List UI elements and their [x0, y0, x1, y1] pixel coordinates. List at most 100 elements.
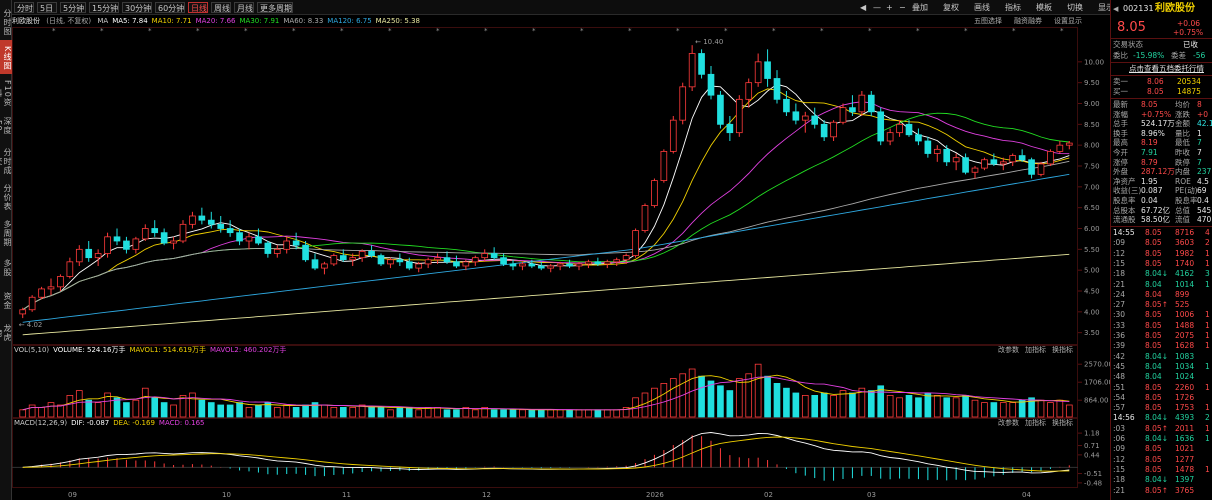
nav-item[interactable]: 资金	[0, 284, 12, 316]
event-marker: *	[388, 27, 392, 35]
tick-time: :15	[1113, 258, 1126, 268]
period-button[interactable]: 15分钟	[89, 2, 119, 13]
macd-chart[interactable]: 1.18 0.710.44 -0.51-0.48	[12, 418, 1110, 488]
stat-row: 收益(三) 0.087 PE(动) 69	[1111, 186, 1212, 196]
period-button[interactable]: 更多周期	[257, 2, 293, 13]
volume-bar	[226, 404, 234, 418]
volume-bar	[849, 392, 856, 418]
volume-bar	[547, 409, 555, 418]
candle-body	[481, 253, 489, 259]
toolbar-action[interactable]: —	[873, 2, 881, 13]
period-button[interactable]: 60分钟	[155, 2, 185, 13]
volume-bar	[198, 399, 206, 418]
tick-volume: 1024	[1175, 372, 1195, 382]
tick-volume: 525	[1175, 300, 1190, 310]
toolbar-action[interactable]: +	[886, 2, 893, 13]
volume-bar	[321, 404, 328, 418]
toolbar-action[interactable]: 叠加	[912, 2, 928, 13]
nav-item[interactable]: 多股	[0, 252, 12, 282]
nav-item[interactable]: 多周期	[0, 214, 12, 250]
stat-label: 股息率	[1113, 196, 1136, 205]
tick-row: :18 8.04↓ 4162 3	[1111, 269, 1212, 279]
chart-option[interactable]: 融资融券	[1014, 15, 1042, 27]
volume-bar	[19, 409, 27, 418]
volume-bar	[764, 375, 771, 418]
quote-panel: ◀ 002131 利欧股份 8.05 +0.06 +0.75% 交易状态 已收 …	[1110, 0, 1212, 500]
nav-item[interactable]: 分时成交	[0, 142, 12, 178]
tick-row: :09 8.05 3603 2	[1111, 238, 1212, 248]
stat-value: 8.79	[1141, 157, 1158, 167]
order-price: 8.06	[1147, 77, 1164, 86]
stat-label: 最低	[1175, 138, 1190, 148]
volume-bar	[537, 409, 545, 418]
candle-body	[632, 230, 639, 256]
nav-item[interactable]: 分价表	[0, 180, 12, 212]
nav-item[interactable]: K线图	[0, 40, 12, 74]
volume-bar	[236, 402, 243, 418]
stat-value: 8.96%	[1141, 128, 1165, 138]
tick-price: 8.05	[1145, 310, 1162, 320]
candle-body	[783, 98, 790, 113]
price-axis-label: 5.00	[1084, 267, 1100, 275]
candle-body	[594, 261, 602, 265]
macd-axis-label: -0.48	[1084, 479, 1102, 487]
volume-bar	[490, 409, 498, 418]
toolbar-action[interactable]: −	[899, 2, 906, 13]
low-annotation: ← 4.02	[19, 321, 43, 329]
candle-body	[38, 288, 45, 298]
tick-row: :30 8.05 1006 1	[1111, 310, 1212, 320]
tick-row: :57 8.05 1753 1	[1111, 403, 1212, 413]
price-axis-label: 9.50	[1084, 79, 1100, 87]
period-button[interactable]: 分时	[14, 2, 34, 13]
toolbar-action[interactable]: 画线	[974, 2, 990, 13]
tick-volume: 1397	[1175, 475, 1195, 485]
candle-body	[981, 159, 988, 169]
event-marker: *	[916, 27, 920, 35]
nav-item[interactable]: F10资料	[0, 76, 12, 108]
period-button[interactable]: 30分钟	[122, 2, 152, 13]
period-button[interactable]: 5分钟	[60, 2, 86, 13]
volume-chart[interactable]: 2570.00 1706.00 864.00	[12, 345, 1113, 418]
toolbar-action[interactable]: ◀	[860, 2, 866, 13]
legend-item: MA20: 7.66	[195, 17, 236, 25]
nav-item[interactable]: 分时图	[0, 4, 12, 38]
candle-body	[962, 157, 969, 173]
candlestick-chart[interactable]: 10.00 9.50 9.00 8.50 8.00 7.50 7.00 6.50 6.00 5.5…	[12, 27, 1110, 345]
chart-option[interactable]: 设置显示	[1054, 15, 1082, 27]
stat-label: 总手	[1113, 119, 1128, 129]
chart-option[interactable]: 五图选择	[974, 15, 1002, 27]
volume-bar	[754, 363, 762, 418]
volume-bar	[933, 395, 941, 418]
candle-body	[453, 261, 460, 267]
candle-body	[858, 94, 866, 113]
candle-body	[519, 263, 526, 267]
volume-bar	[377, 407, 385, 418]
period-button[interactable]: 日线	[188, 2, 208, 13]
candle-body	[528, 263, 536, 267]
toolbar-action[interactable]: 模板	[1036, 2, 1052, 13]
candle-body	[490, 253, 498, 259]
volume-bar	[707, 380, 715, 418]
toolbar-action[interactable]: 切换	[1067, 2, 1083, 13]
price-change-pct: +0.75%	[1173, 28, 1204, 37]
period-button[interactable]: 周线	[211, 2, 231, 13]
tick-count: 4	[1205, 228, 1210, 237]
toolbar-action[interactable]: 指标	[1005, 2, 1021, 13]
period-button[interactable]: 5日	[37, 2, 57, 13]
tick-volume: 1636	[1175, 434, 1195, 443]
tick-count: 2	[1205, 238, 1210, 248]
stat-label: 昨收	[1175, 148, 1190, 157]
order-book-link[interactable]: 点击查看五档委托行情	[1129, 64, 1204, 74]
quote-header: ◀ 002131 利欧股份	[1113, 3, 1195, 14]
candle-body	[104, 236, 111, 254]
order-price: 8.05	[1147, 87, 1164, 96]
tick-row: :54 8.05 1726	[1111, 393, 1212, 403]
tick-row: :18 8.04↓ 1397	[1111, 475, 1212, 485]
period-button[interactable]: 月线	[234, 2, 254, 13]
stat-value: 470.9	[1197, 215, 1212, 225]
candle-body	[47, 286, 55, 290]
toolbar-action[interactable]: 复权	[943, 2, 959, 13]
tick-time: :21	[1113, 279, 1126, 289]
nav-item[interactable]: 深度F9	[0, 110, 12, 140]
nav-item[interactable]: 龙虎榜	[0, 318, 12, 346]
